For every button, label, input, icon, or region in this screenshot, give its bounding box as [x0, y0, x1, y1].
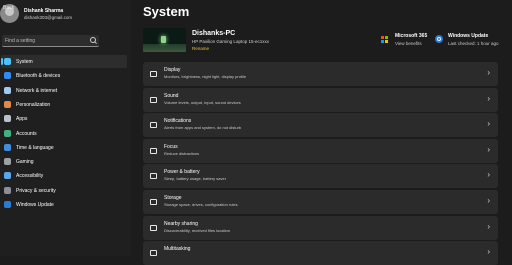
accessibility-icon	[4, 172, 11, 180]
sidebar-item-privacy-security[interactable]: Privacy & security	[1, 184, 127, 197]
user-email: dishank303@gmail.com	[24, 15, 73, 20]
sidebar-item-bluetooth-devices[interactable]: Bluetooth & devices	[1, 69, 127, 82]
sidebar-item-label: Gaming	[16, 159, 34, 166]
card-title: Nearby sharing	[164, 220, 198, 227]
controller-icon	[4, 158, 11, 166]
settings-card-sound[interactable]: Sound Volume levels, output, input, sound…	[143, 87, 498, 112]
share-icon	[150, 224, 157, 231]
settings-card-focus[interactable]: Focus Reduce distractions ›	[143, 138, 498, 163]
settings-card-display[interactable]: Display Monitors, brightness, night light…	[143, 62, 498, 86]
apps-icon	[4, 115, 11, 123]
m365-title[interactable]: Microsoft 365	[395, 33, 427, 39]
storage-icon	[150, 199, 157, 205]
power-icon	[150, 173, 157, 180]
monitor-icon	[4, 58, 11, 65]
bell-icon	[150, 122, 157, 129]
search-icon[interactable]	[90, 37, 96, 43]
card-description: Discoverability, received files location	[164, 227, 230, 233]
chevron-right-icon: ›	[487, 247, 490, 257]
sidebar-item-label: Windows Update	[16, 202, 54, 208]
brush-icon	[4, 100, 11, 108]
update-icon	[4, 201, 11, 208]
card-description: Storage space, drives, configuration rul…	[164, 202, 238, 207]
card-description: Alerts from apps and system, do not dist…	[164, 125, 242, 131]
user-name: Dishank Sharma	[24, 8, 64, 14]
card-title: Sound	[164, 92, 179, 99]
m365-view-benefits[interactable]: View benefits	[395, 41, 422, 46]
sidebar-item-personalization[interactable]: Personalization	[1, 98, 127, 111]
device-thumbnail	[143, 28, 186, 52]
sidebar-item-system[interactable]: System	[1, 55, 127, 68]
speaker-icon	[150, 96, 157, 103]
sidebar-item-label: Network & internet	[16, 87, 58, 94]
card-title: Storage	[164, 195, 182, 201]
back-button[interactable]: Back	[3, 5, 14, 11]
globe-clock-icon	[4, 143, 11, 151]
search-box[interactable]: Find a setting	[2, 35, 99, 47]
main-content: System Dishanks-PC HP Pavilion Gaming La…	[131, 0, 512, 265]
shield-icon	[4, 186, 11, 194]
chevron-right-icon: ›	[487, 93, 490, 103]
search-input[interactable]: Find a setting	[5, 38, 35, 44]
bluetooth-icon	[4, 72, 11, 80]
wifi-icon	[4, 86, 11, 94]
settings-card-notifications[interactable]: Notifications Alerts from apps and system…	[143, 113, 498, 138]
card-description: Reduce distractions	[164, 150, 200, 156]
sidebar-item-time-language[interactable]: Time & language	[1, 141, 127, 154]
sidebar-item-label: Personalization	[16, 101, 51, 108]
sidebar-item-label: Time & language	[16, 144, 54, 151]
chevron-right-icon: ›	[487, 196, 490, 205]
windows-update-status: Last checked: 1 hour ago	[448, 41, 499, 46]
card-description: Monitors, brightness, night light, displ…	[164, 74, 247, 79]
windows-update-icon	[435, 35, 443, 43]
card-description: Sleep, battery usage, battery saver	[164, 176, 227, 182]
sidebar-item-accessibility[interactable]: Accessibility	[1, 169, 127, 182]
sidebar: Back Dishank Sharma dishank303@gmail.com…	[0, 0, 131, 256]
sidebar-item-accounts[interactable]: Accounts	[1, 127, 127, 140]
page-title: System	[143, 4, 190, 19]
sidebar-item-label: System	[16, 59, 33, 65]
sidebar-item-network-internet[interactable]: Network & internet	[1, 84, 127, 97]
card-title: Multitasking	[164, 246, 191, 253]
device-model: HP Pavilion Gaming Laptop 15-ec1xxx	[192, 39, 269, 44]
settings-card-multitasking[interactable]: Multitasking ›	[143, 241, 498, 265]
multitask-icon	[150, 250, 157, 257]
device-name: Dishanks-PC	[192, 30, 236, 37]
display-icon	[150, 71, 157, 77]
person-icon	[4, 129, 11, 137]
sidebar-item-label: Accessibility	[16, 173, 44, 180]
sidebar-item-label: Accounts	[16, 130, 37, 137]
sidebar-item-windows-update[interactable]: Windows Update	[1, 198, 127, 211]
sidebar-item-gaming[interactable]: Gaming	[1, 155, 127, 168]
microsoft-logo-icon	[381, 36, 388, 43]
chevron-right-icon: ›	[487, 221, 490, 231]
windows-update-title[interactable]: Windows Update	[448, 33, 488, 39]
rename-link[interactable]: Rename	[192, 46, 209, 51]
card-description: Volume levels, output, input, sound devi…	[164, 99, 241, 105]
card-title: Notifications	[164, 118, 192, 125]
sidebar-item-label: Bluetooth & devices	[16, 73, 61, 80]
sidebar-item-label: Apps	[16, 116, 28, 123]
card-title: Power & battery	[164, 169, 200, 176]
chevron-right-icon: ›	[487, 119, 490, 129]
chevron-right-icon: ›	[487, 170, 490, 180]
settings-card-nearby-sharing[interactable]: Nearby sharing Discoverability, received …	[143, 215, 498, 240]
card-title: Display	[164, 67, 181, 73]
settings-card-power-battery[interactable]: Power & battery Sleep, battery usage, bat…	[143, 164, 498, 189]
settings-card-storage[interactable]: Storage Storage space, drives, configurat…	[143, 190, 498, 214]
focus-icon	[150, 147, 157, 154]
chevron-right-icon: ›	[487, 68, 490, 77]
chevron-right-icon: ›	[487, 144, 490, 154]
sidebar-item-apps[interactable]: Apps	[1, 112, 127, 125]
card-title: Focus	[164, 143, 178, 150]
sidebar-item-label: Privacy & security	[16, 187, 56, 194]
